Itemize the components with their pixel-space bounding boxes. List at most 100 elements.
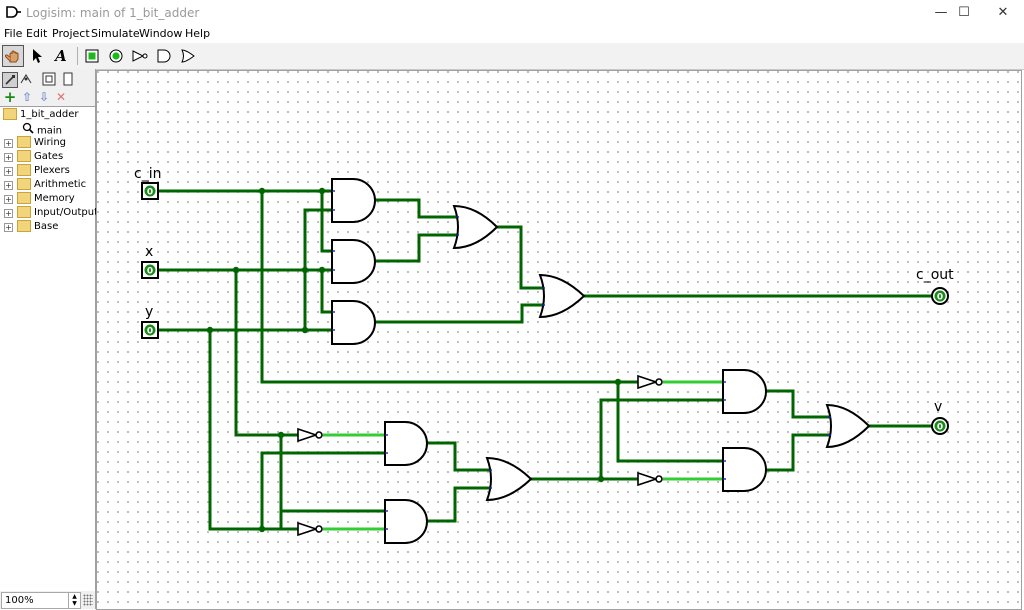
tree-circuit-main[interactable]: main [22,122,62,137]
folder-icon [17,164,31,176]
and-gate [331,300,376,345]
output-pin-c-out[interactable]: 0 c_out [916,267,954,305]
menu-window[interactable]: Window [139,27,182,40]
expand-icon[interactable]: + [4,153,13,162]
move-down-icon[interactable]: ⇩ [37,90,51,104]
folder-icon [17,178,31,190]
simulation-tree-icon[interactable] [19,72,33,86]
wire [279,433,387,513]
tree-library-input-output[interactable]: + Input/Output [0,206,98,220]
select-tool-icon[interactable] [27,46,47,66]
expand-icon[interactable]: + [4,195,13,204]
wire [425,441,491,472]
or-gate [825,403,871,449]
or-gate [485,456,533,502]
and-gate [384,421,428,466]
menu-simulate[interactable]: Simulate [91,27,140,40]
circuit-canvas[interactable]: 0 c_in 0 x 0 y 0 c_out 0 v [96,70,1022,610]
expand-icon[interactable]: + [4,209,13,218]
menu-file[interactable]: File [4,27,22,40]
wire [303,208,333,272]
menu-help[interactable]: Help [185,27,210,40]
tree-project-node[interactable]: 1_bit_adder [3,108,79,122]
menu-bar: File Edit Project Simulate Window Help [0,26,1024,43]
wire [320,268,333,314]
pin-label: v [934,399,942,415]
expand-icon[interactable]: + [4,223,13,232]
pin-label: c_in [134,166,161,182]
wire [374,233,458,263]
tree-library-arithmetic[interactable]: + Arithmetic [0,178,95,192]
zoom-value: 100% [5,595,34,606]
junction [614,378,622,386]
tree-library-plexers[interactable]: + Plexers [0,164,95,178]
and-gates[interactable] [331,178,767,544]
folder-icon [17,150,31,162]
not-gate [297,427,319,443]
not-gate-icon[interactable] [130,46,150,66]
junction [232,266,240,274]
junction [301,266,309,274]
main-toolbar: A [0,43,1024,70]
and-gate [722,447,767,492]
not-gate-bubble [655,378,663,386]
folder-icon [17,206,31,218]
move-up-icon[interactable]: ⇧ [20,90,34,104]
output-pin-v[interactable]: 0 v [931,399,949,435]
input-pin-c-in[interactable]: 0 c_in [134,166,161,200]
zoom-selector[interactable]: 100% ▲ ▼ [1,592,81,609]
wire [616,380,724,463]
zoom-spinner[interactable]: ▲ ▼ [68,593,80,608]
pin-value: 0 [147,327,153,337]
or-gate [452,204,499,250]
wire [208,328,283,531]
close-button[interactable]: ✕ [980,0,1024,25]
not-gate [297,521,319,537]
not-gate-bubble [315,431,323,439]
or-gates[interactable] [452,204,871,502]
pin-value: 0 [937,423,943,433]
expand-icon[interactable]: + [4,181,13,190]
or-gate [538,273,586,319]
tree-library-memory[interactable]: + Memory [0,192,95,206]
remove-circuit-icon[interactable]: ✕ [54,90,68,104]
menu-edit[interactable]: Edit [26,27,47,40]
junction [258,187,266,195]
and-gate [722,369,767,414]
wire [234,268,299,437]
expand-icon[interactable]: + [4,167,13,176]
wire [495,225,545,290]
wire-junctions [206,187,622,533]
edit-appearance-icon[interactable] [42,72,56,86]
output-pin-icon[interactable] [106,46,126,66]
expand-icon[interactable]: + [4,139,13,148]
and-gate-icon[interactable] [154,46,174,66]
edit-layout-icon[interactable] [61,72,75,86]
pin-value: 0 [147,188,153,198]
wires-high[interactable] [323,380,722,531]
or-gate-icon[interactable] [178,46,198,66]
pin-value: 0 [937,293,943,303]
resize-grip[interactable] [83,594,93,606]
wire [279,433,299,531]
folder-icon [17,220,31,232]
tree-library-wiring[interactable]: + Wiring [0,136,95,150]
tree-library-base[interactable]: + Base [0,220,95,234]
add-circuit-icon[interactable]: + [3,88,17,106]
folder-icon [3,108,17,120]
toolbox-view-icon[interactable] [2,72,18,88]
input-pin-icon[interactable] [82,46,102,66]
tree-library-gates[interactable]: + Gates [0,150,95,164]
project-toolbar: + ⇧ ⇩ ✕ [0,88,95,106]
wire [374,198,458,219]
junction [258,525,266,533]
wires-low[interactable] [156,189,933,531]
and-gate [331,178,376,223]
poke-tool-icon[interactable] [2,45,24,67]
circuit-diagram[interactable]: 0 c_in 0 x 0 y 0 c_out 0 v [97,71,1021,609]
input-pin-y[interactable]: 0 y [141,304,159,339]
text-tool-icon[interactable]: A [51,46,71,66]
input-pin-x[interactable]: 0 x [141,244,159,279]
menu-project[interactable]: Project [52,27,90,40]
wire [764,433,830,472]
